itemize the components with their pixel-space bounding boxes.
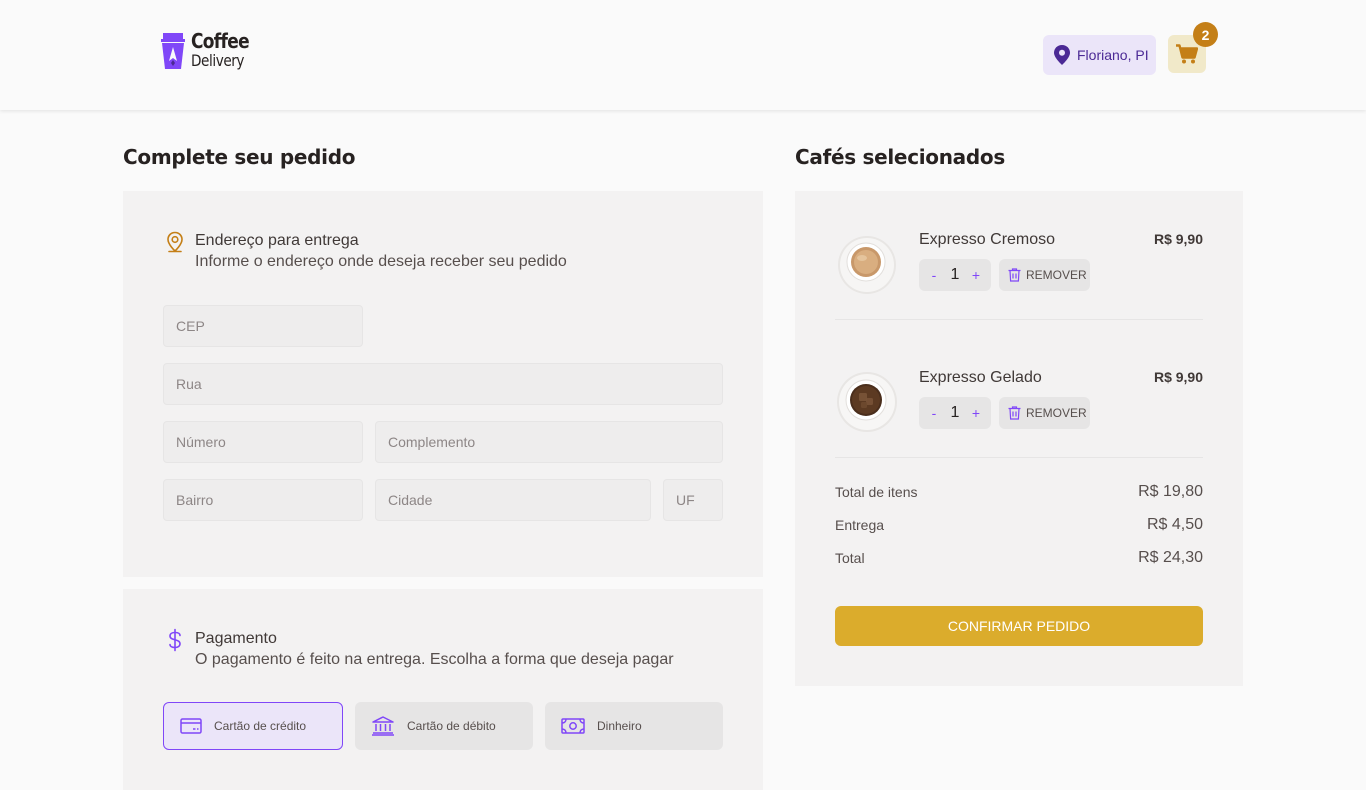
- quantity-stepper: - 1 +: [919, 397, 991, 429]
- delivery-label: Entrega: [835, 517, 885, 533]
- payment-option-debit[interactable]: Cartão de débito: [355, 702, 533, 750]
- delivery-value: R$ 4,50: [1146, 516, 1203, 533]
- cart-count-badge: 2: [1193, 22, 1218, 47]
- complement-input[interactable]: [375, 421, 723, 463]
- logo-line1: Coffee: [191, 29, 250, 53]
- expresso-gelado-image: [837, 372, 897, 432]
- total-value: R$ 24,30: [1138, 549, 1203, 566]
- item-divider: [835, 319, 1203, 320]
- payment-option-label: Dinheiro: [597, 719, 642, 733]
- payment-option-credit[interactable]: Cartão de crédito: [163, 702, 343, 750]
- order-title: Complete seu pedido: [123, 145, 356, 169]
- payment-subtitle: O pagamento é feito na entrega. Escolha …: [195, 651, 674, 668]
- payment-card: Pagamento O pagamento é feito na entrega…: [123, 589, 763, 790]
- address-title: Endereço para entrega: [195, 232, 359, 249]
- selected-coffees-card: Expresso Cremoso R$ 9,90 - 1 + REMOVER E…: [795, 191, 1243, 686]
- summary-total-row: Total R$ 24,30: [835, 549, 1203, 567]
- location-label: Floriano, PI: [1077, 47, 1149, 63]
- bank-icon: [372, 716, 394, 736]
- item-price: R$ 9,90: [1153, 369, 1203, 385]
- cart-title: Cafés selecionados: [795, 145, 1005, 169]
- quantity-stepper: - 1 +: [919, 259, 991, 291]
- payment-option-cash[interactable]: Dinheiro: [545, 702, 723, 750]
- quantity-value: 1: [950, 404, 960, 421]
- payment-option-label: Cartão de crédito: [214, 719, 307, 733]
- items-total-label: Total de itens: [835, 484, 918, 500]
- item-name: Expresso Cremoso: [919, 231, 1056, 248]
- money-icon: [561, 718, 585, 734]
- logo-line2: Delivery: [191, 51, 245, 70]
- remove-button[interactable]: REMOVER: [999, 397, 1090, 429]
- number-input[interactable]: [163, 421, 363, 463]
- item-divider: [835, 457, 1203, 458]
- cart-item: Expresso Gelado R$ 9,90 - 1 + REMOVER: [835, 369, 1203, 433]
- expresso-cremoso-image: [838, 236, 896, 294]
- decrease-button[interactable]: -: [927, 405, 941, 421]
- dollar-icon: [169, 628, 181, 652]
- summary-items-row: Total de itens R$ 19,80: [835, 483, 1203, 501]
- neighborhood-input[interactable]: [163, 479, 363, 521]
- state-input[interactable]: [663, 479, 723, 521]
- remove-label: REMOVER: [1026, 406, 1087, 420]
- item-name: Expresso Gelado: [919, 369, 1042, 386]
- payment-header: Pagamento O pagamento é feito na entrega…: [163, 628, 674, 670]
- trash-icon: [1008, 406, 1021, 420]
- address-header: Endereço para entrega Informe o endereço…: [163, 231, 567, 272]
- map-pin-outline-icon: [167, 231, 183, 253]
- city-input[interactable]: [375, 479, 651, 521]
- quantity-value: 1: [950, 266, 960, 283]
- increase-button[interactable]: +: [969, 267, 983, 283]
- logo[interactable]: Coffee Delivery: [160, 31, 259, 71]
- shopping-cart-icon: [1176, 44, 1198, 64]
- total-label: Total: [835, 550, 865, 566]
- location-chip[interactable]: Floriano, PI: [1043, 35, 1156, 75]
- address-subtitle: Informe o endereço onde deseja receber s…: [195, 253, 567, 270]
- cart-item: Expresso Cremoso R$ 9,90 - 1 + REMOVER: [835, 231, 1203, 295]
- street-input[interactable]: [163, 363, 723, 405]
- decrease-button[interactable]: -: [927, 267, 941, 283]
- address-card: Endereço para entrega Informe o endereço…: [123, 191, 763, 577]
- summary-delivery-row: Entrega R$ 4,50: [835, 516, 1203, 534]
- cep-input[interactable]: [163, 305, 363, 347]
- items-total-value: R$ 19,80: [1138, 483, 1203, 500]
- map-pin-icon: [1054, 45, 1070, 65]
- payment-title: Pagamento: [195, 630, 277, 647]
- header: Coffee Delivery Floriano, PI 2: [0, 0, 1366, 110]
- trash-icon: [1008, 268, 1021, 282]
- item-price: R$ 9,90: [1153, 231, 1203, 247]
- confirm-order-button[interactable]: CONFIRMAR PEDIDO: [835, 606, 1203, 646]
- increase-button[interactable]: +: [969, 405, 983, 421]
- credit-card-icon: [180, 718, 202, 734]
- coffee-cup-logo-icon: [161, 33, 185, 69]
- payment-option-label: Cartão de débito: [407, 719, 496, 733]
- remove-label: REMOVER: [1026, 268, 1087, 282]
- remove-button[interactable]: REMOVER: [999, 259, 1090, 291]
